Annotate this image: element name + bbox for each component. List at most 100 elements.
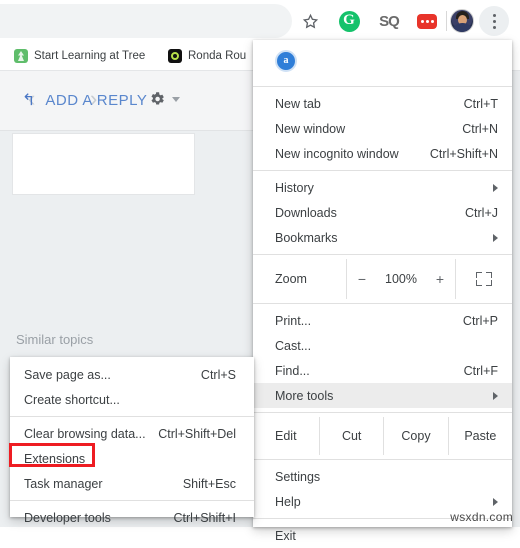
submenu-item-accel: Ctrl+Shift+I xyxy=(173,510,236,525)
menu-avatar-icon: a xyxy=(275,50,297,72)
browser-window: ‹ › ↰ ADD A REPLY Similar topics APPUALS xyxy=(0,0,520,543)
cut-button[interactable]: Cut xyxy=(319,417,383,455)
zoom-controls: − 100% + xyxy=(346,259,456,299)
menu-item-more-tools[interactable]: More tools xyxy=(253,383,512,408)
menu-item-accel: Ctrl+J xyxy=(465,205,498,220)
menu-divider xyxy=(253,170,512,171)
menu-item-label: Bookmarks xyxy=(275,230,338,245)
add-reply-button[interactable]: ↰ ADD A REPLY xyxy=(22,92,147,109)
submenu-item-developer-tools[interactable]: Developer tools Ctrl+Shift+I xyxy=(10,505,254,530)
menu-divider xyxy=(253,254,512,255)
menu-item-bookmarks[interactable]: Bookmarks xyxy=(253,225,512,250)
menu-item-new-tab[interactable]: New tab Ctrl+T xyxy=(253,91,512,116)
submenu-divider xyxy=(10,416,254,417)
red-extension-icon[interactable] xyxy=(413,7,441,35)
gear-dropdown-caret[interactable] xyxy=(172,97,180,102)
menu-item-settings[interactable]: Settings xyxy=(253,464,512,489)
menu-item-accel: Ctrl+P xyxy=(462,313,498,328)
menu-item-label: More tools xyxy=(275,388,334,403)
submenu-item-label: Task manager xyxy=(24,476,103,491)
bookmark-item[interactable]: Start Learning at Tree xyxy=(14,47,145,65)
three-dot-menu-icon[interactable] xyxy=(479,6,509,36)
menu-item-label: Cast... xyxy=(275,338,312,353)
menu-item-accel: Ctrl+Shift+N xyxy=(429,146,498,161)
menu-item-label: New window xyxy=(275,121,346,136)
submenu-item-task-manager[interactable]: Task manager Shift+Esc xyxy=(10,471,254,496)
zoom-value: 100% xyxy=(385,272,417,286)
bookmark-item[interactable]: Ronda Rou xyxy=(168,47,246,65)
menu-divider xyxy=(253,412,512,413)
menu-item-cast[interactable]: Cast... xyxy=(253,333,512,358)
submenu-item-accel: Shift+Esc xyxy=(182,476,236,491)
menu-item-label: New tab xyxy=(275,96,321,111)
zoom-label: Zoom xyxy=(275,272,307,286)
wsxdn-watermark: wsxdn.com xyxy=(450,510,513,524)
menu-edit-row: Edit Cut Copy Paste xyxy=(253,417,512,455)
zoom-out-button[interactable]: − xyxy=(355,271,369,287)
menu-item-new-incognito-window[interactable]: New incognito window Ctrl+Shift+N xyxy=(253,141,512,166)
submenu-item-label: Extensions xyxy=(24,451,86,466)
menu-item-label: Print... xyxy=(275,313,312,328)
reply-arrow-icon: ↰ xyxy=(22,91,36,109)
bookmark-label: Ronda Rou xyxy=(188,50,247,62)
paste-button[interactable]: Paste xyxy=(447,417,512,455)
submenu-item-label: Clear browsing data... xyxy=(24,426,146,441)
copy-button[interactable]: Copy xyxy=(383,417,447,455)
fullscreen-icon xyxy=(476,272,492,286)
menu-item-label: Exit xyxy=(275,528,296,543)
add-reply-label: ADD A REPLY xyxy=(45,92,148,109)
fullscreen-button[interactable] xyxy=(456,272,512,286)
menu-item-accel: Ctrl+N xyxy=(462,121,498,136)
submenu-item-label: Create shortcut... xyxy=(24,392,120,407)
zoom-in-button[interactable]: + xyxy=(433,271,447,287)
menu-item-accel: Ctrl+F xyxy=(463,363,498,378)
bookmark-star-icon[interactable] xyxy=(296,7,324,35)
menu-item-accel: Ctrl+T xyxy=(463,96,498,111)
submenu-item-accel: Ctrl+S xyxy=(200,367,236,382)
omnibox-tail xyxy=(0,4,292,38)
menu-item-label: Settings xyxy=(275,469,321,484)
browser-toolbar: G SQ xyxy=(0,0,520,42)
edit-label: Edit xyxy=(275,429,297,443)
chevron-right-icon xyxy=(493,183,498,192)
menu-divider xyxy=(253,303,512,304)
menu-item-history[interactable]: History xyxy=(253,175,512,200)
bookmark-label: Start Learning at Tree xyxy=(34,50,146,62)
chevron-right-icon xyxy=(493,497,498,506)
menu-item-find[interactable]: Find... Ctrl+F xyxy=(253,358,512,383)
gear-icon[interactable] xyxy=(148,90,166,108)
profile-avatar[interactable] xyxy=(450,9,474,33)
menu-profile-row[interactable]: a xyxy=(253,40,512,82)
similar-topics-heading: Similar topics xyxy=(16,332,94,347)
submenu-item-create-shortcut[interactable]: Create shortcut... xyxy=(10,387,254,412)
submenu-item-save-page-as[interactable]: Save page as... Ctrl+S xyxy=(10,362,254,387)
menu-divider xyxy=(253,86,512,87)
submenu-divider xyxy=(10,500,254,501)
menu-item-print[interactable]: Print... Ctrl+P xyxy=(253,308,512,333)
chrome-main-menu: a New tab Ctrl+T New window Ctrl+N New i… xyxy=(253,40,512,543)
more-tools-submenu: Save page as... Ctrl+S Create shortcut..… xyxy=(9,357,254,525)
menu-item-downloads[interactable]: Downloads Ctrl+J xyxy=(253,200,512,225)
submenu-item-clear-browsing-data[interactable]: Clear browsing data... Ctrl+Shift+Del xyxy=(10,421,254,446)
menu-item-label: History xyxy=(275,180,314,195)
squarespace-extension-icon[interactable]: SQ xyxy=(375,7,403,35)
menu-item-new-window[interactable]: New window Ctrl+N xyxy=(253,116,512,141)
submenu-item-extensions[interactable]: Extensions xyxy=(9,443,254,471)
chevron-right-icon xyxy=(493,391,498,400)
menu-avatar-initial: a xyxy=(283,55,289,66)
menu-item-label: New incognito window xyxy=(275,146,399,161)
treehouse-icon xyxy=(14,49,28,63)
grammarly-extension-icon[interactable]: G xyxy=(335,7,363,35)
toolbar-divider xyxy=(446,11,447,31)
menu-item-label: Downloads xyxy=(275,205,337,220)
chevron-right-icon xyxy=(493,233,498,242)
menu-item-label: Help xyxy=(275,494,301,509)
submenu-item-label: Developer tools xyxy=(24,510,111,525)
menu-divider xyxy=(253,459,512,460)
add-reply-card xyxy=(12,133,195,195)
dark-site-icon xyxy=(168,49,182,63)
submenu-item-label: Save page as... xyxy=(24,367,111,382)
submenu-item-accel: Ctrl+Shift+Del xyxy=(158,426,236,441)
menu-item-label: Find... xyxy=(275,363,310,378)
menu-zoom-row: Zoom − 100% + xyxy=(253,259,512,299)
